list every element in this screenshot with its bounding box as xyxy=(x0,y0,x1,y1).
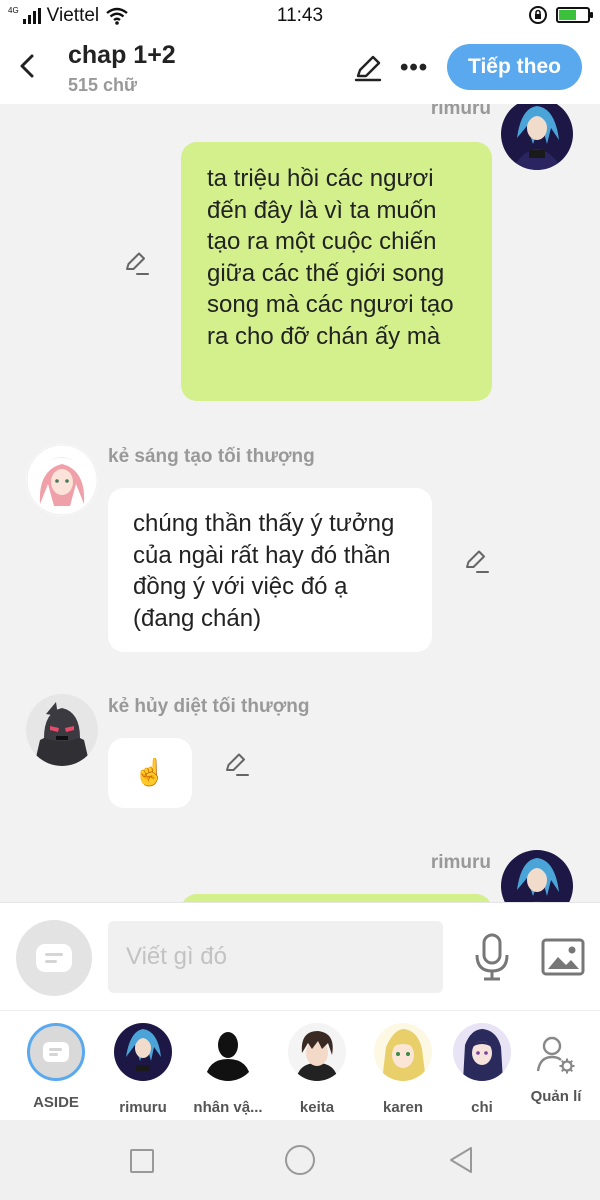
avatar xyxy=(114,1023,172,1081)
clock: 11:43 xyxy=(276,5,324,26)
character-name: ASIDE xyxy=(33,1094,79,1111)
avatar xyxy=(453,1023,511,1081)
status-bar: 4G Viettel 11:43 xyxy=(0,0,600,32)
avatar xyxy=(288,1023,346,1081)
message-bubble: chúng thần thấy ý tưởng của ngài rất hay… xyxy=(108,488,432,652)
edit-pencil-icon[interactable] xyxy=(222,750,250,778)
aside-avatar xyxy=(27,1023,85,1081)
rotation-lock-icon xyxy=(529,6,547,24)
edit-pencil-icon[interactable] xyxy=(122,249,150,277)
battery-icon xyxy=(556,7,593,23)
aside-toggle-button[interactable] xyxy=(16,920,92,996)
avatar-ke-huy-diet[interactable] xyxy=(26,694,98,766)
chapter-title: chap 1+2 xyxy=(68,41,176,69)
pencil-icon[interactable] xyxy=(352,52,384,84)
message-bubble: ta triệu hồi các ngươi đến đây là vì ta … xyxy=(181,142,492,401)
character-aside[interactable]: ASIDE xyxy=(10,1023,102,1111)
avatar-rimuru[interactable] xyxy=(501,850,573,902)
chat-bubble-icon xyxy=(36,944,72,972)
chat-area[interactable]: rimuru ta triệu hồi các ngươi đến đây là… xyxy=(0,104,600,902)
avatar-ke-sang-tao[interactable] xyxy=(26,444,98,516)
edit-pencil-icon[interactable] xyxy=(462,547,490,575)
user-settings-icon xyxy=(536,1036,575,1074)
manage-characters-button[interactable]: Quản lí xyxy=(512,1011,600,1120)
avatar-rimuru[interactable] xyxy=(501,104,573,170)
home-circle-icon[interactable] xyxy=(284,1144,316,1176)
image-icon[interactable] xyxy=(541,937,585,977)
character-keita[interactable]: keita xyxy=(271,1023,363,1116)
back-arrow-icon[interactable] xyxy=(14,50,42,82)
character-nhan-vat[interactable]: nhân vậ... xyxy=(182,1023,274,1116)
back-triangle-icon[interactable] xyxy=(447,1146,475,1174)
word-count: 515 chữ xyxy=(68,75,138,95)
chat-bubble-icon xyxy=(43,1042,69,1062)
avatar xyxy=(374,1023,432,1081)
message-author: kẻ sáng tạo tối thượng xyxy=(108,446,315,467)
next-button[interactable]: Tiếp theo xyxy=(447,44,582,90)
app-header: chap 1+2 515 chữ ••• Tiếp theo xyxy=(0,32,600,104)
system-nav-bar xyxy=(0,1120,600,1200)
more-options-icon[interactable]: ••• xyxy=(400,54,428,82)
character-name: keita xyxy=(299,1099,335,1116)
message-bubble: ☝️ xyxy=(108,738,192,808)
message-author: rimuru xyxy=(430,104,491,119)
avatar xyxy=(199,1023,257,1081)
character-bar: ASIDE rimuru nhân vậ... keita karen chi … xyxy=(0,1010,600,1120)
microphone-icon[interactable] xyxy=(472,933,512,981)
character-name: rimuru xyxy=(119,1099,167,1116)
character-rimuru[interactable]: rimuru xyxy=(97,1023,189,1116)
message-bubble xyxy=(181,894,492,902)
character-name: nhân vậ... xyxy=(193,1099,263,1116)
recents-square-icon[interactable] xyxy=(129,1148,155,1174)
input-bar xyxy=(0,902,600,1010)
manage-label: Quản lí xyxy=(530,1088,582,1105)
message-author: kẻ hủy diệt tối thượng xyxy=(108,696,310,717)
message-input[interactable] xyxy=(108,921,443,993)
message-author: rimuru xyxy=(430,852,491,873)
